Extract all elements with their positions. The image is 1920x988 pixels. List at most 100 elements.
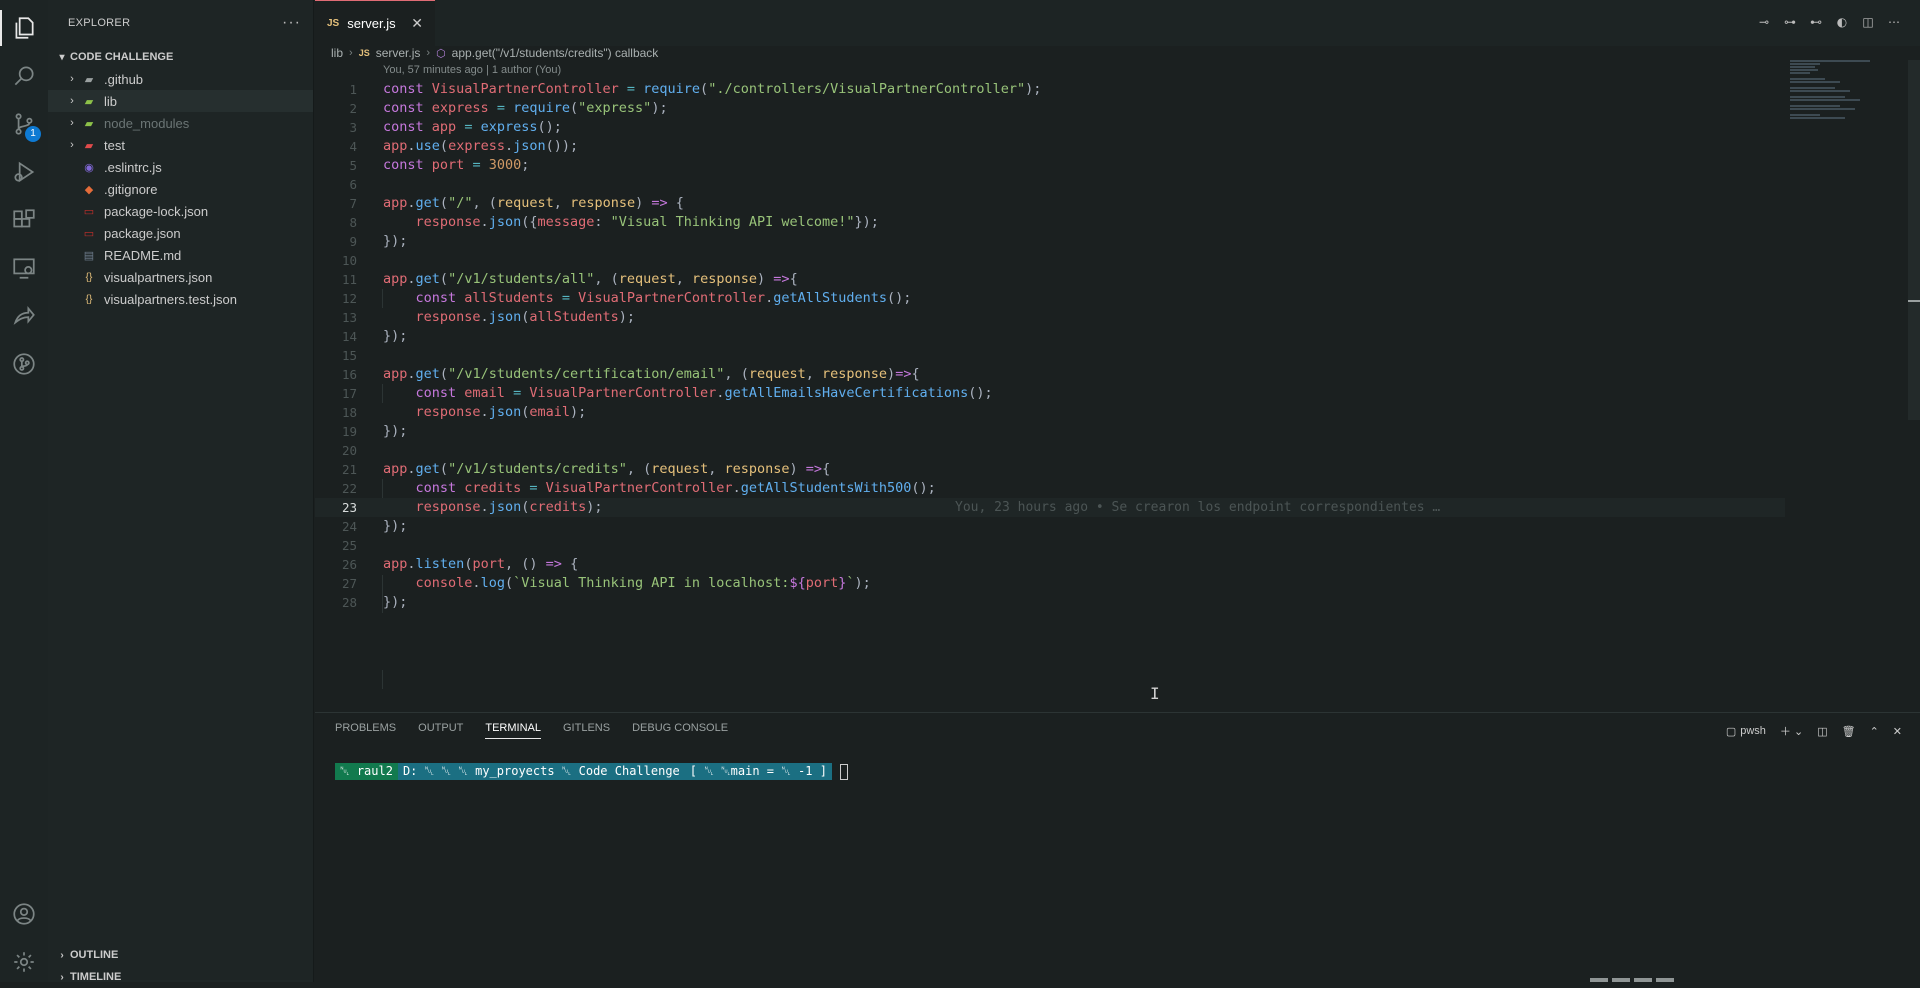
tree-item-label: .gitignore [104,181,158,197]
code-line: 25 [341,538,357,553]
tab-terminal[interactable]: TERMINAL [485,722,541,739]
chevron-right-icon: › [70,117,74,129]
timeline-section-header[interactable]: › TIMELINE [48,966,314,988]
outline-section-header[interactable]: › OUTLINE [48,944,314,966]
kill-terminal-icon[interactable]: 🗑 [1842,725,1856,738]
git-commit-icon[interactable]: ⊶ [1782,14,1798,30]
lib-folder-icon: ▰ [84,95,94,108]
tree-item-package-lock-json[interactable]: ▭ package-lock.json [48,200,313,222]
breadcrumb-symbol[interactable]: app.get("/v1/students/credits") callback [452,46,659,60]
code-line: 13 response.json(allStudents); [341,309,636,325]
code-line: 7 app.get("/", (request, response) => { [349,195,684,211]
code-line: 5 const port = 3000; [349,157,530,173]
extensions-icon[interactable] [0,196,48,244]
code-line: 14}); [341,328,408,344]
chevron-right-icon: › [70,95,74,107]
tree-item-test[interactable]: › ▰ test [48,134,313,156]
tree-item-label: .eslintrc.js [104,159,162,175]
breadcrumb: lib › JS server.js › ⬡ app.get("/v1/stud… [331,44,658,62]
inline-blame-annotation[interactable]: You, 23 hours ago • Se crearon los endpo… [955,498,1440,517]
code-line: 27 console.log(`Visual Thinking API in l… [341,575,871,591]
prompt-git-status: [ ␀ ␀main = ␀ -1 ] [684,763,832,780]
code-line: 26 app.listen(port, () => { [341,556,579,572]
panel-tabs: PROBLEMS OUTPUT TERMINAL GITLENS DEBUG CONSO… [335,722,728,739]
tree-item-visualpartners-json[interactable]: {} visualpartners.json [48,266,313,288]
code-line: 15 [341,348,357,363]
activity-bar: 1 [0,0,48,982]
explorer-header: EXPLORER ··· [48,0,313,46]
gitlens-icon[interactable] [0,340,48,388]
test-folder-icon: ▰ [84,139,94,152]
code-line: 6 [349,177,357,192]
json-icon: {} [85,293,93,305]
maximize-panel-icon[interactable]: ⌃ [1870,725,1879,738]
project-section-header[interactable]: ▾ CODE CHALLENGE [48,46,313,68]
tree-item-readme-md[interactable]: ▤ README.md [48,244,313,266]
tree-item-label: visualpartners.test.json [104,291,237,307]
tree-item-node-modules[interactable]: › ▰ node_modules [48,112,313,134]
more-actions-icon[interactable]: ··· [282,14,301,32]
remote-explorer-icon[interactable] [0,244,48,292]
tab-debug-console[interactable]: DEBUG CONSOLE [632,722,728,739]
file-tree: › ▰ .github › ▰ lib › ▰ node_modules › ▰ test ◉ .esli… [48,68,313,310]
codelens-authors[interactable]: You, 57 minutes ago | 1 author (You) [383,64,561,76]
tree-item-lib[interactable]: › ▰ lib [48,90,313,112]
code-line: 3 const app = express(); [349,119,562,135]
project-name: CODE CHALLENGE [70,51,174,63]
search-icon[interactable] [0,52,48,100]
code-editor[interactable]: 1 const VisualPartnerController = require… [315,80,1785,708]
tree-item-github[interactable]: › ▰ .github [48,68,313,90]
tree-item-label: visualpartners.json [104,269,213,285]
explorer-sidebar: EXPLORER ··· ▾ CODE CHALLENGE › ▰ .github ›… [48,0,314,983]
gitlens-inspect-icon[interactable]: ◐ [1834,14,1850,30]
symbol-method-icon: ⬡ [436,47,446,60]
git-icon: ◆ [84,183,94,196]
tree-item-gitignore[interactable]: ◆ .gitignore [48,178,313,200]
close-panel-icon[interactable]: ✕ [1893,725,1902,738]
tab-server-js[interactable]: JS server.js ✕ [315,0,435,46]
editor-scrollbar[interactable] [1908,60,1920,420]
breadcrumb-file[interactable]: server.js [376,46,421,60]
tab-problems[interactable]: PROBLEMS [335,722,396,739]
tree-item-package-json[interactable]: ▭ package.json [48,222,313,244]
chevron-right-icon: › [426,47,431,59]
code-line: 28}); [341,594,408,610]
minimap[interactable] [1790,60,1880,124]
bottom-panel: PROBLEMS OUTPUT TERMINAL GITLENS DEBUG CONSO… [315,712,1920,982]
tree-item-visualpartners-test-json[interactable]: {} visualpartners.test.json [48,288,313,310]
code-line: 16 app.get("/v1/students/certification/em… [341,366,920,382]
chevron-right-icon: › [60,949,64,961]
split-editor-icon[interactable]: ◫ [1860,14,1876,30]
split-terminal-icon[interactable]: ◫ [1817,725,1827,738]
git-previous-commit-icon[interactable]: ⊸ [1756,14,1772,30]
code-line: 4 app.use(express.json()); [349,138,579,154]
terminal-icon: ▢ [1725,725,1737,738]
breadcrumb-folder[interactable]: lib [331,46,343,60]
code-line: 1 const VisualPartnerController = require… [349,81,1042,97]
tree-item-label: lib [104,93,118,109]
mouse-cursor-icon: I [1150,684,1160,703]
explorer-icon[interactable] [0,4,48,52]
terminal-prompt[interactable]: ␀ raul2 D: ␀ ␀ ␀ my_proyects ␀ Code Chall… [335,763,848,780]
live-share-icon[interactable] [0,292,48,340]
git-next-commit-icon[interactable]: ⊷ [1808,14,1824,30]
new-terminal-icon[interactable]: ＋ ⌄ [1780,723,1803,739]
editor-more-actions-icon[interactable]: ⋯ [1886,14,1902,30]
close-tab-icon[interactable]: ✕ [411,15,423,32]
terminal-shell-selector[interactable]: ▢ pwsh [1726,725,1766,738]
outline-title: OUTLINE [70,949,119,961]
tree-item-eslintrc-js[interactable]: ◉ .eslintrc.js [48,156,313,178]
javascript-file-icon: JS [358,48,370,58]
npm-icon: ▭ [83,205,95,218]
chevron-right-icon: › [349,47,353,59]
code-line: 8 response.json({message: "Visual Thinki… [349,214,879,230]
tab-output[interactable]: OUTPUT [418,722,463,739]
accounts-icon[interactable] [0,890,48,938]
settings-gear-icon[interactable] [0,938,48,986]
tab-gitlens[interactable]: GITLENS [563,722,610,739]
chevron-right-icon: › [70,139,74,151]
code-line-current: 23 response.json(credits); You, 23 hours … [315,498,1785,517]
run-debug-icon[interactable] [0,148,48,196]
source-control-icon[interactable]: 1 [0,100,48,148]
code-line: 11 app.get("/v1/students/all", (request, … [341,271,798,287]
